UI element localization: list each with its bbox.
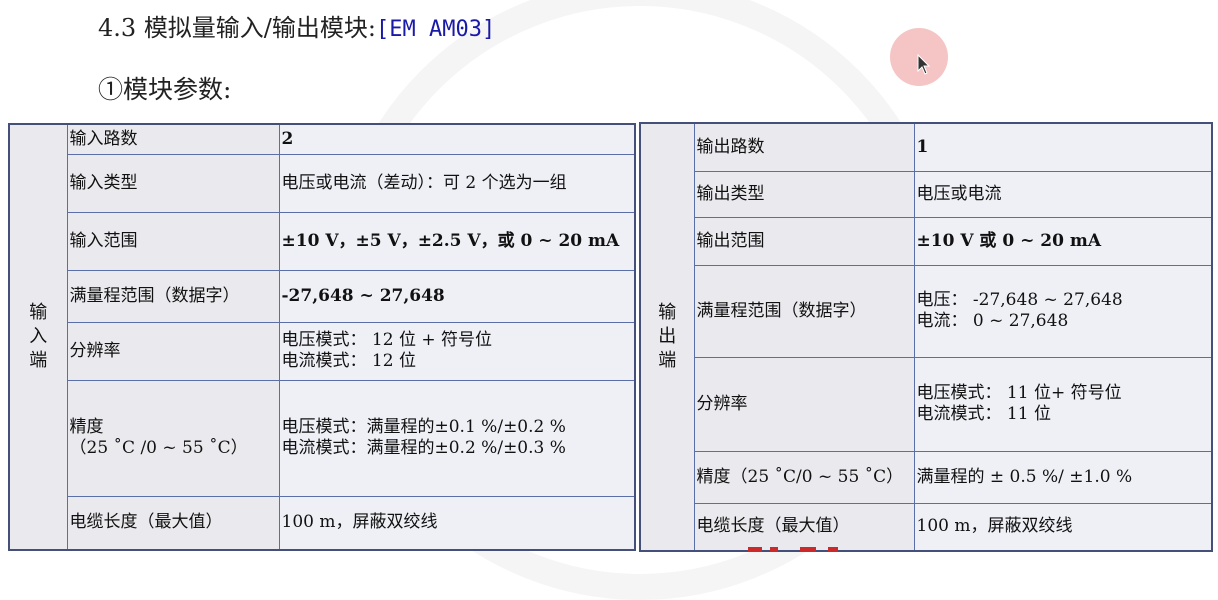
subheading: ①模块参数: (98, 75, 232, 104)
input-resolution-label: 分辨率 (66, 321, 280, 381)
input-channels-value: 2 (278, 123, 636, 155)
output-range-label: 输出范围 (693, 216, 915, 266)
output-channels-label: 输出路数 (693, 122, 915, 172)
output-resolution-value: 电压模式： 11 位+ 符号位 电流模式： 11 位 (913, 356, 1213, 452)
heading-model-tag: [EM AM03] (375, 17, 496, 42)
output-type-value: 电压或电流 (913, 170, 1213, 218)
output-type-label: 输出类型 (693, 170, 915, 218)
input-cable-label: 电缆长度（最大值） (66, 495, 280, 551)
output-cable-label: 电缆长度（最大值） (693, 502, 915, 552)
section-heading: 4.3 模拟量输入/输出模块:[EM AM03] (98, 8, 495, 43)
output-spec-table: 输出端 输出路数 1 输出类型 电压或电流 输出范围 ±10 V 或 0 ~ 2… (639, 122, 1213, 552)
output-accuracy-value: 满量程的 ± 0.5 %/ ±1.0 % (913, 450, 1213, 504)
input-fullscale-label: 满量程范围（数据字） (66, 269, 280, 323)
input-cable-value: 100 m，屏蔽双绞线 (278, 495, 636, 551)
input-side-header: 输入端 (8, 123, 68, 551)
heading-number: 4.3 (98, 14, 137, 42)
input-fullscale-value: -27,648 ~ 27,648 (278, 269, 636, 323)
output-resolution-label: 分辨率 (693, 356, 915, 452)
input-range-value: ±10 V，±5 V，±2.5 V，或 0 ~ 20 mA (278, 211, 636, 271)
input-accuracy-value: 电压模式：满量程的±0.1 %/±0.2 % 电流模式：满量程的±0.2 %/±… (278, 379, 636, 497)
input-type-label: 输入类型 (66, 153, 280, 213)
output-side-header: 输出端 (639, 122, 695, 552)
output-fullscale-label: 满量程范围（数据字） (693, 264, 915, 358)
input-spec-table: 输入端 输入路数 2 输入类型 电压或电流（差动）：可 2 个选为一组 输入范围… (8, 123, 636, 551)
output-fullscale-value: 电压： -27,648 ~ 27,648 电流： 0 ~ 27,648 (913, 264, 1213, 358)
input-accuracy-label: 精度 （25 ˚C /0 ~ 55 ˚C） (66, 379, 280, 497)
input-resolution-value: 电压模式： 12 位 + 符号位 电流模式： 12 位 (278, 321, 636, 381)
heading-title: 模拟量输入/输出模块: (143, 14, 376, 42)
input-channels-label: 输入路数 (66, 123, 280, 155)
input-type-value: 电压或电流（差动）：可 2 个选为一组 (278, 153, 636, 213)
output-channels-value: 1 (913, 122, 1213, 172)
output-cable-value: 100 m，屏蔽双绞线 (913, 502, 1213, 552)
output-range-value: ±10 V 或 0 ~ 20 mA (913, 216, 1213, 266)
output-accuracy-label: 精度（25 ˚C/0 ~ 55 ˚C） (693, 450, 915, 504)
mouse-pointer-icon (917, 54, 931, 75)
input-range-label: 输入范围 (66, 211, 280, 271)
cropped-red-text-fragment (748, 547, 838, 552)
